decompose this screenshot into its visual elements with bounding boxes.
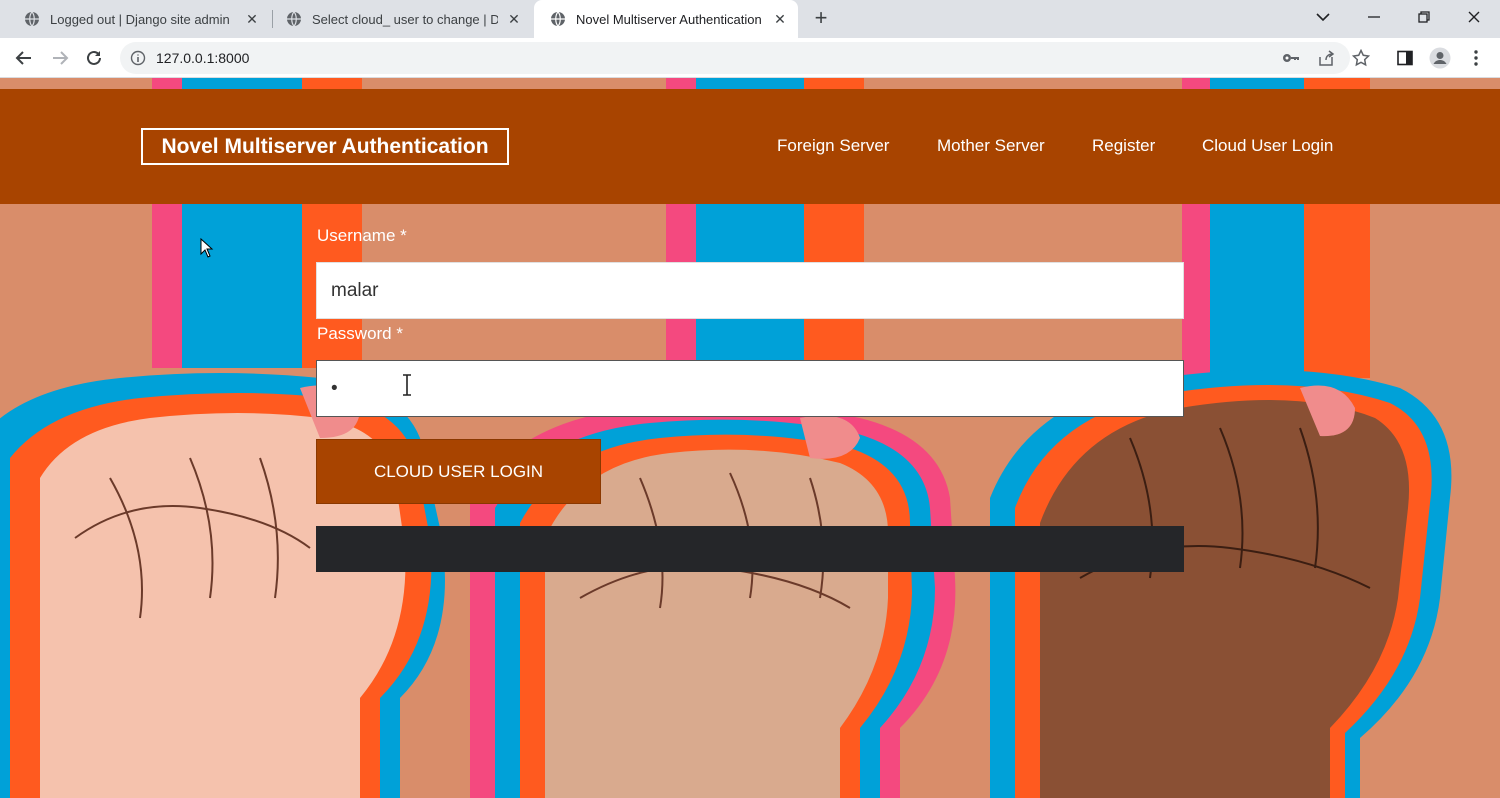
username-label: Username *: [317, 226, 407, 245]
profile-icon[interactable]: [1428, 46, 1452, 70]
side-panel-icon[interactable]: [1393, 46, 1417, 70]
tab-title: Logged out | Django site admin: [50, 11, 230, 27]
close-icon[interactable]: ✕: [244, 11, 260, 27]
menu-icon[interactable]: [1464, 46, 1488, 70]
tab-title: Novel Multiserver Authentication: [576, 11, 762, 27]
cloud-user-login-button[interactable]: CLOUD USER LOGIN: [316, 439, 601, 504]
tab-select-cloud-user[interactable]: Select cloud_ user to change | Dj ✕: [270, 0, 532, 38]
nav-mother-server[interactable]: Mother Server: [937, 136, 1045, 156]
star-icon[interactable]: [1349, 46, 1373, 70]
window-close-icon[interactable]: [1459, 4, 1489, 30]
tab-django-admin[interactable]: Logged out | Django site admin ✕: [8, 0, 270, 38]
forward-icon[interactable]: [48, 46, 72, 70]
nav-cloud-user-login[interactable]: Cloud User Login: [1202, 136, 1333, 156]
nav-foreign-server[interactable]: Foreign Server: [777, 136, 889, 156]
url-text: 127.0.0.1:8000: [156, 50, 250, 66]
address-bar[interactable]: 127.0.0.1:8000: [120, 42, 1350, 74]
plus-icon[interactable]: +: [808, 6, 834, 32]
text-cursor-icon: [403, 374, 411, 396]
password-input[interactable]: [316, 360, 1184, 417]
message-bar: [316, 526, 1184, 572]
nav-register[interactable]: Register: [1092, 136, 1155, 156]
globe-icon: [287, 11, 301, 27]
share-icon[interactable]: [1314, 46, 1338, 70]
close-icon[interactable]: ✕: [772, 11, 788, 27]
page-viewport: Novel Multiserver Authentication Foreign…: [0, 78, 1500, 798]
password-label: Password *: [317, 324, 403, 343]
minimize-icon[interactable]: [1359, 4, 1389, 30]
back-icon[interactable]: [12, 46, 36, 70]
username-input[interactable]: [316, 262, 1184, 319]
chevron-down-icon[interactable]: [1308, 4, 1338, 30]
close-icon[interactable]: ✕: [506, 11, 522, 27]
site-brand[interactable]: Novel Multiserver Authentication: [141, 128, 509, 165]
mouse-pointer-icon: [200, 238, 214, 258]
tab-novel-multiserver[interactable]: Novel Multiserver Authentication ✕: [534, 0, 798, 38]
info-icon[interactable]: [130, 50, 146, 66]
globe-icon: [551, 11, 565, 27]
site-header: Novel Multiserver Authentication Foreign…: [0, 89, 1500, 204]
reload-icon[interactable]: [82, 46, 106, 70]
restore-icon[interactable]: [1409, 4, 1439, 30]
browser-toolbar: 127.0.0.1:8000: [0, 38, 1500, 78]
browser-tab-strip: Logged out | Django site admin ✕ Select …: [0, 0, 1500, 38]
tab-title: Select cloud_ user to change | Dj: [312, 11, 498, 27]
key-icon[interactable]: [1279, 46, 1303, 70]
globe-icon: [25, 11, 39, 27]
